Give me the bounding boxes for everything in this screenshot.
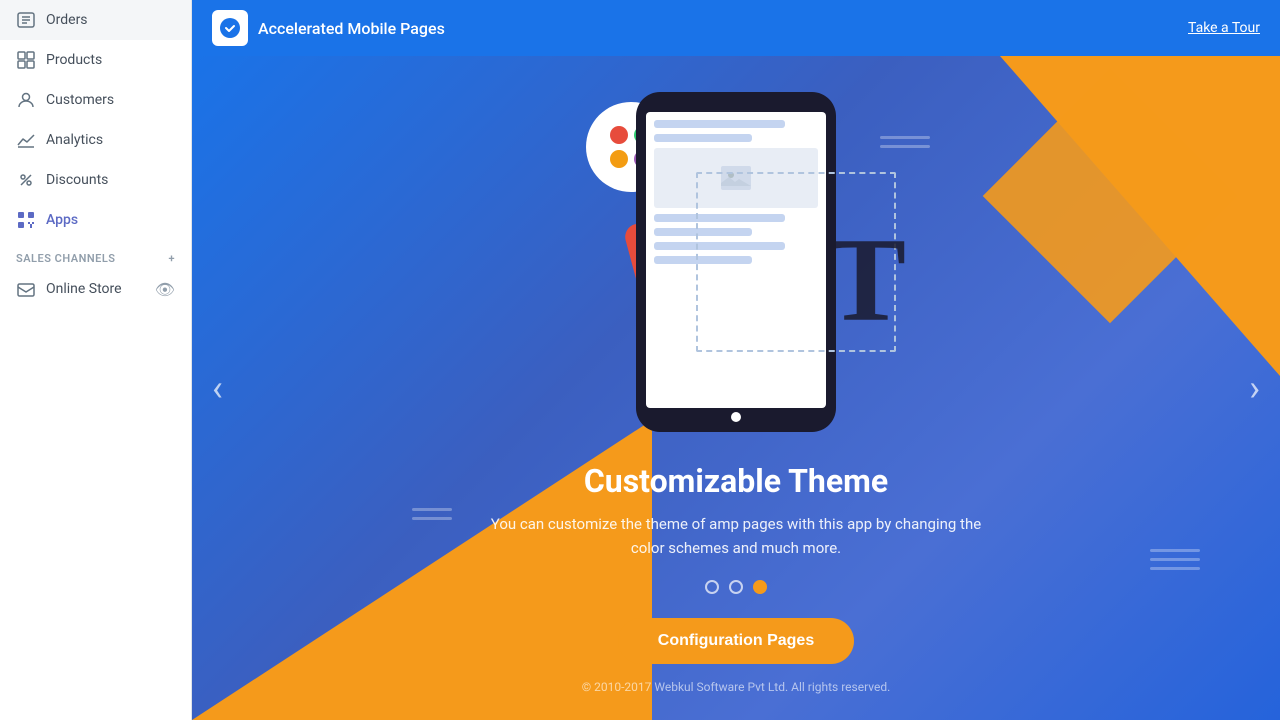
customers-icon: [16, 90, 36, 110]
sidebar-item-customers[interactable]: Customers: [0, 80, 191, 120]
sidebar-item-discounts[interactable]: Discounts: [0, 160, 191, 200]
carousel-footer: © 2010-2017 Webkul Software Pvt Ltd. All…: [582, 680, 891, 694]
apps-icon: [16, 210, 36, 230]
analytics-icon: [16, 130, 36, 150]
online-store-icon: [16, 279, 36, 299]
carousel-content: Customizable Theme You can customize the…: [446, 462, 1026, 594]
discounts-icon: [16, 170, 36, 190]
carousel: ‹ ›: [192, 56, 1280, 720]
sidebar-item-discounts-label: Discounts: [46, 172, 108, 188]
app-logo-icon: [212, 10, 248, 46]
sidebar-item-customers-label: Customers: [46, 92, 114, 108]
app-header: Accelerated Mobile Pages Take a Tour: [192, 0, 1280, 56]
carousel-dot-1[interactable]: [729, 580, 743, 594]
illustration-container: T: [536, 82, 936, 442]
online-store-label: Online Store: [46, 281, 122, 297]
typography-t: T: [826, 211, 906, 349]
app-title: Accelerated Mobile Pages: [258, 19, 445, 38]
sidebar-item-online-store[interactable]: Online Store: [16, 271, 122, 307]
carousel-prev-arrow[interactable]: ‹: [212, 367, 223, 409]
carousel-description: You can customize the theme of amp pages…: [486, 512, 986, 560]
online-store-row: Online Store 👁: [0, 271, 191, 307]
sidebar-item-analytics-label: Analytics: [46, 132, 103, 148]
app-logo-area: Accelerated Mobile Pages: [212, 10, 445, 46]
dot-indicators: [486, 580, 986, 594]
take-tour-button[interactable]: Take a Tour: [1188, 20, 1260, 36]
carousel-title: Customizable Theme: [486, 462, 986, 500]
sidebar-item-apps[interactable]: Apps: [0, 200, 191, 240]
main-content: Accelerated Mobile Pages Take a Tour: [192, 0, 1280, 720]
add-sales-channel-icon[interactable]: +: [168, 252, 175, 265]
sales-channels-label: SALES CHANNELS: [16, 252, 116, 265]
carousel-dot-2[interactable]: [753, 580, 767, 594]
sidebar: Orders Products Customers: [0, 0, 192, 720]
phone-home-button: [731, 412, 741, 422]
sidebar-item-products[interactable]: Products: [0, 40, 191, 80]
orders-icon: [16, 10, 36, 30]
sales-channels-section: SALES CHANNELS +: [0, 240, 191, 271]
deco-lines-4: [1150, 549, 1200, 570]
sidebar-item-analytics[interactable]: Analytics: [0, 120, 191, 160]
sidebar-item-orders-label: Orders: [46, 12, 88, 28]
products-icon: [16, 50, 36, 70]
carousel-next-arrow[interactable]: ›: [1249, 367, 1260, 409]
carousel-dot-0[interactable]: [705, 580, 719, 594]
eye-icon[interactable]: 👁: [155, 280, 175, 299]
sidebar-item-apps-label: Apps: [46, 212, 78, 228]
configuration-pages-button[interactable]: Configuration Pages: [618, 618, 854, 664]
sidebar-item-orders[interactable]: Orders: [0, 0, 191, 40]
sidebar-item-products-label: Products: [46, 52, 102, 68]
